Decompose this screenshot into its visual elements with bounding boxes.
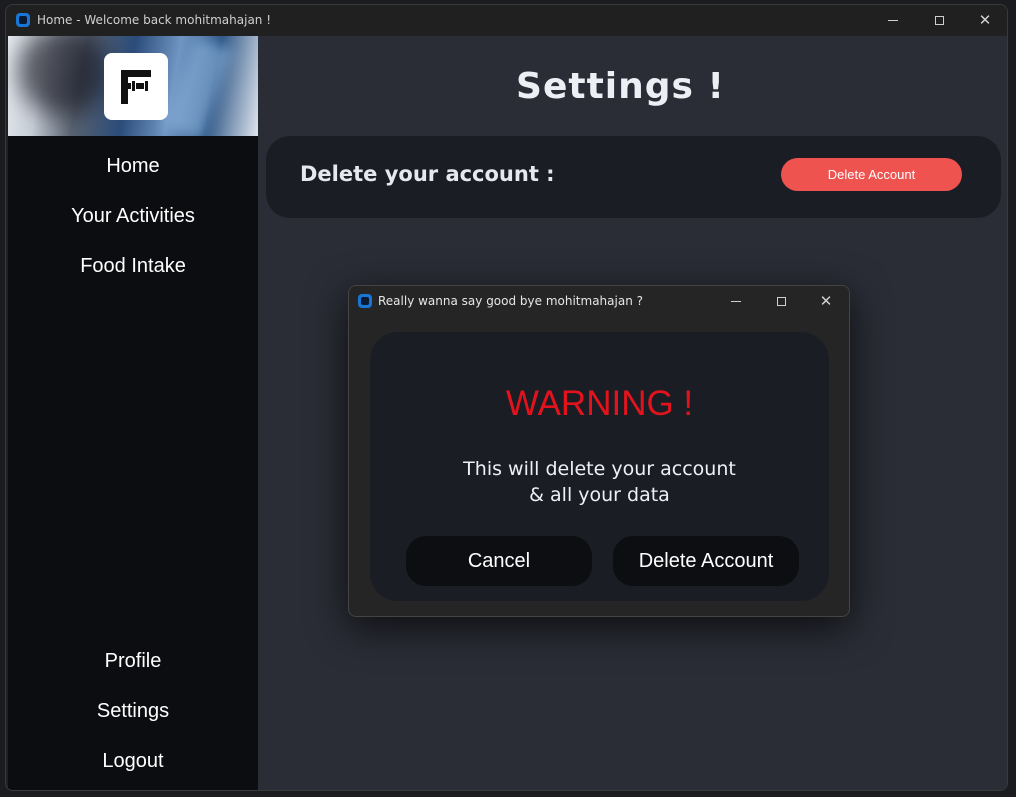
delete-account-label: Delete your account : <box>300 162 555 186</box>
window-titlebar[interactable]: Home - Welcome back mohitmahajan ! ✕ <box>6 5 1007 35</box>
sidebar-item-food-intake[interactable]: Food Intake <box>8 254 258 278</box>
maximize-icon[interactable] <box>758 286 804 316</box>
warning-message-line1: This will delete your account <box>463 458 736 480</box>
delete-account-button[interactable]: Delete Account <box>781 158 962 191</box>
warning-heading: WARNING ! <box>505 384 694 423</box>
page-title: Settings ! <box>516 66 725 107</box>
sidebar-item-home[interactable]: Home <box>8 154 258 178</box>
sidebar-item-your-activities[interactable]: Your Activities <box>8 204 258 228</box>
cancel-button[interactable]: Cancel <box>406 536 592 586</box>
app-icon <box>358 294 372 308</box>
delete-account-card: Delete your account : Delete Account <box>266 136 1001 218</box>
minimize-icon[interactable] <box>870 5 916 35</box>
dialog-title: Really wanna say good bye mohitmahajan ? <box>378 294 643 308</box>
dumbbell-f-logo-icon <box>104 53 168 120</box>
window-title: Home - Welcome back mohitmahajan ! <box>37 13 272 27</box>
dialog-titlebar[interactable]: Really wanna say good bye mohitmahajan ?… <box>349 286 849 316</box>
minimize-icon[interactable] <box>713 286 759 316</box>
sidebar-item-logout[interactable]: Logout <box>8 749 258 773</box>
warning-message: This will delete your account & all your… <box>370 456 829 508</box>
dialog-body: WARNING ! This will delete your account … <box>370 332 829 601</box>
confirm-delete-dialog: Really wanna say good bye mohitmahajan ?… <box>348 285 850 617</box>
app-icon <box>16 13 30 27</box>
maximize-icon[interactable] <box>916 5 962 35</box>
confirm-delete-button[interactable]: Delete Account <box>613 536 799 586</box>
close-icon[interactable]: ✕ <box>803 286 849 316</box>
sidebar-item-profile[interactable]: Profile <box>8 649 258 673</box>
sidebar-item-settings[interactable]: Settings <box>8 699 258 723</box>
sidebar: Home Your Activities Food Intake Profile… <box>8 36 258 790</box>
warning-message-line2: & all your data <box>529 484 670 506</box>
close-icon[interactable]: ✕ <box>962 5 1007 35</box>
sidebar-banner-image <box>8 36 258 136</box>
